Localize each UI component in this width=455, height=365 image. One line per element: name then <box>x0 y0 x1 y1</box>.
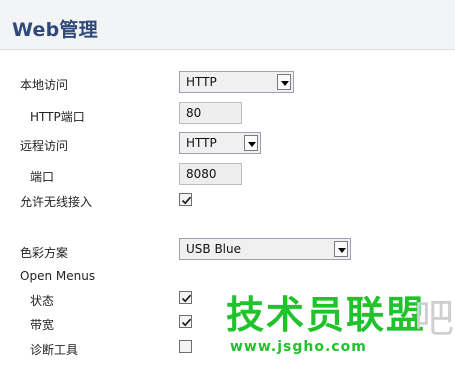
menu-diagnostics-checkbox[interactable] <box>179 340 192 353</box>
watermark-url: www.jsgho.com <box>230 339 367 355</box>
watermark: 技术员联盟 www.jsgho.com 吧 <box>226 295 455 365</box>
color-scheme-label: 色彩方案 <box>20 246 69 260</box>
menu-status-label: 状态 <box>30 294 55 308</box>
watermark-deco: 吧 <box>414 296 454 342</box>
local-access-select[interactable]: HTTP <box>179 71 294 93</box>
checkmark-icon <box>181 294 192 303</box>
page-title: Web管理 <box>12 19 98 41</box>
port-field[interactable]: 8080 <box>179 163 242 185</box>
port-label: 端口 <box>30 170 55 184</box>
http-port-label: HTTP端口 <box>30 110 85 124</box>
remote-access-select[interactable]: HTTP <box>179 132 261 154</box>
chevron-down-icon[interactable] <box>334 241 348 257</box>
menu-status-checkbox[interactable] <box>179 291 192 304</box>
local-access-label: 本地访问 <box>20 78 69 92</box>
menu-bandwidth-checkbox[interactable] <box>179 315 192 328</box>
chevron-down-icon[interactable] <box>244 135 258 151</box>
page-header: Web管理 <box>0 0 455 50</box>
chevron-down-icon[interactable] <box>277 74 291 90</box>
menu-diagnostics-label: 诊断工具 <box>30 343 79 357</box>
checkmark-icon <box>181 318 192 327</box>
watermark-title: 技术员联盟 <box>226 293 427 337</box>
color-scheme-value: USB Blue <box>186 242 242 256</box>
color-scheme-select[interactable]: USB Blue <box>179 238 351 260</box>
allow-wireless-label: 允许无线接入 <box>20 195 93 209</box>
open-menus-label: Open Menus <box>20 269 96 283</box>
checkmark-icon <box>181 196 192 205</box>
http-port-field[interactable]: 80 <box>179 102 242 124</box>
local-access-value: HTTP <box>186 75 217 89</box>
allow-wireless-checkbox[interactable] <box>179 193 192 206</box>
remote-access-label: 远程访问 <box>20 139 69 153</box>
remote-access-value: HTTP <box>186 136 217 150</box>
menu-bandwidth-label: 带宽 <box>30 318 55 332</box>
